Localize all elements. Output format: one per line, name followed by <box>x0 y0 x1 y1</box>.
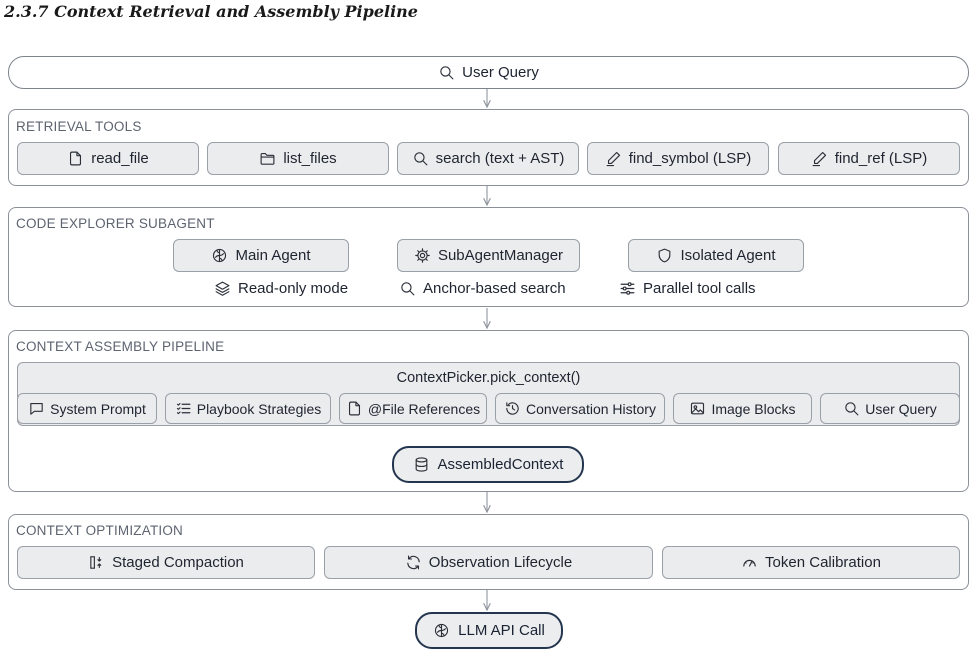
source-file-references-label: @File References <box>367 400 481 417</box>
gauge-icon <box>743 559 756 567</box>
feature-anchor-search-label: Anchor-based search <box>423 280 566 297</box>
context-assembly-title: CONTEXT ASSEMBLY PIPELINE <box>16 339 225 354</box>
source-system-prompt: System Prompt <box>17 393 157 424</box>
context-optimization-title: CONTEXT OPTIMIZATION <box>16 523 184 538</box>
file-icon <box>348 401 360 416</box>
refresh-icon <box>407 555 420 570</box>
opt-observation-lifecycle-label: Observation Lifecycle <box>428 554 573 571</box>
source-user-query: User Query <box>820 393 960 424</box>
shield-icon <box>659 248 671 263</box>
search-icon <box>845 402 859 416</box>
tool-find-ref-label: find_ref (LSP) <box>834 150 928 167</box>
main-agent-node: Main Agent <box>173 239 349 272</box>
user-query-node: User Query <box>8 56 969 89</box>
llm-api-call-label: LLM API Call <box>458 622 545 639</box>
context-picker-label: ContextPicker.pick_context() <box>396 370 581 386</box>
feature-read-only: Read-only mode <box>214 280 348 297</box>
source-playbook-label: Playbook Strategies <box>196 400 322 417</box>
opt-token-calibration-label: Token Calibration <box>765 554 881 571</box>
section-heading: 2.3.7 Context Retrieval and Assembly Pip… <box>4 2 418 21</box>
source-playbook: Playbook Strategies <box>165 393 331 424</box>
list-icon <box>176 402 191 415</box>
pen-icon <box>812 151 826 167</box>
feature-parallel-calls: Parallel tool calls <box>619 280 756 297</box>
source-file-references: @File References <box>339 393 487 424</box>
brain-icon <box>213 248 227 263</box>
message-icon <box>30 402 43 415</box>
search-icon <box>401 282 415 296</box>
tool-search-label: search (text + AST) <box>435 150 565 167</box>
pen-icon <box>606 151 620 167</box>
source-image-blocks: Image Blocks <box>673 393 812 424</box>
sliders-icon <box>620 282 635 295</box>
image-icon <box>691 402 705 415</box>
opt-staged-compaction-label: Staged Compaction <box>112 554 244 571</box>
compaction-icon <box>90 556 102 569</box>
folder-icon <box>260 152 275 165</box>
layers-icon <box>215 281 230 296</box>
llm-api-call-node: LLM API Call <box>415 612 563 649</box>
opt-staged-compaction: Staged Compaction <box>17 546 315 579</box>
history-icon <box>506 402 519 415</box>
source-user-query-label: User Query <box>865 400 937 417</box>
retrieval-tools-title: RETRIEVAL TOOLS <box>16 119 142 134</box>
subagent-manager-label: SubAgentManager <box>437 247 564 264</box>
tool-list-files: list_files <box>207 142 389 175</box>
isolated-agent-label: Isolated Agent <box>680 247 776 264</box>
subagent-manager-node: SubAgentManager <box>397 239 580 272</box>
main-agent-label: Main Agent <box>235 247 311 264</box>
assembled-context-node: AssembledContext <box>392 446 584 483</box>
tool-find-ref: find_ref (LSP) <box>778 142 960 175</box>
feature-read-only-label: Read-only mode <box>238 280 349 297</box>
tool-search: search (text + AST) <box>397 142 579 175</box>
opt-observation-lifecycle: Observation Lifecycle <box>324 546 653 579</box>
tool-read-file-label: read_file <box>91 150 149 167</box>
file-icon <box>70 151 82 166</box>
opt-token-calibration: Token Calibration <box>662 546 960 579</box>
search-icon <box>440 66 454 80</box>
assembled-context-label: AssembledContext <box>437 456 564 473</box>
source-conversation-history: Conversation History <box>495 393 665 424</box>
feature-anchor-search: Anchor-based search <box>399 280 566 297</box>
tool-list-files-label: list_files <box>283 150 337 167</box>
user-query-label: User Query <box>462 64 539 81</box>
search-icon <box>413 152 428 166</box>
code-explorer-title: CODE EXPLORER SUBAGENT <box>16 216 215 231</box>
tool-read-file: read_file <box>17 142 199 175</box>
feature-parallel-calls-label: Parallel tool calls <box>643 280 756 297</box>
tool-find-symbol-label: find_symbol (LSP) <box>628 150 752 167</box>
source-system-prompt-label: System Prompt <box>50 400 146 417</box>
source-image-blocks-label: Image Blocks <box>711 400 796 417</box>
isolated-agent-node: Isolated Agent <box>628 239 804 272</box>
source-conversation-history-label: Conversation History <box>526 400 656 417</box>
tool-find-symbol: find_symbol (LSP) <box>587 142 769 175</box>
brain-icon <box>435 623 449 638</box>
database-icon <box>415 457 427 472</box>
gear-icon <box>415 248 430 263</box>
